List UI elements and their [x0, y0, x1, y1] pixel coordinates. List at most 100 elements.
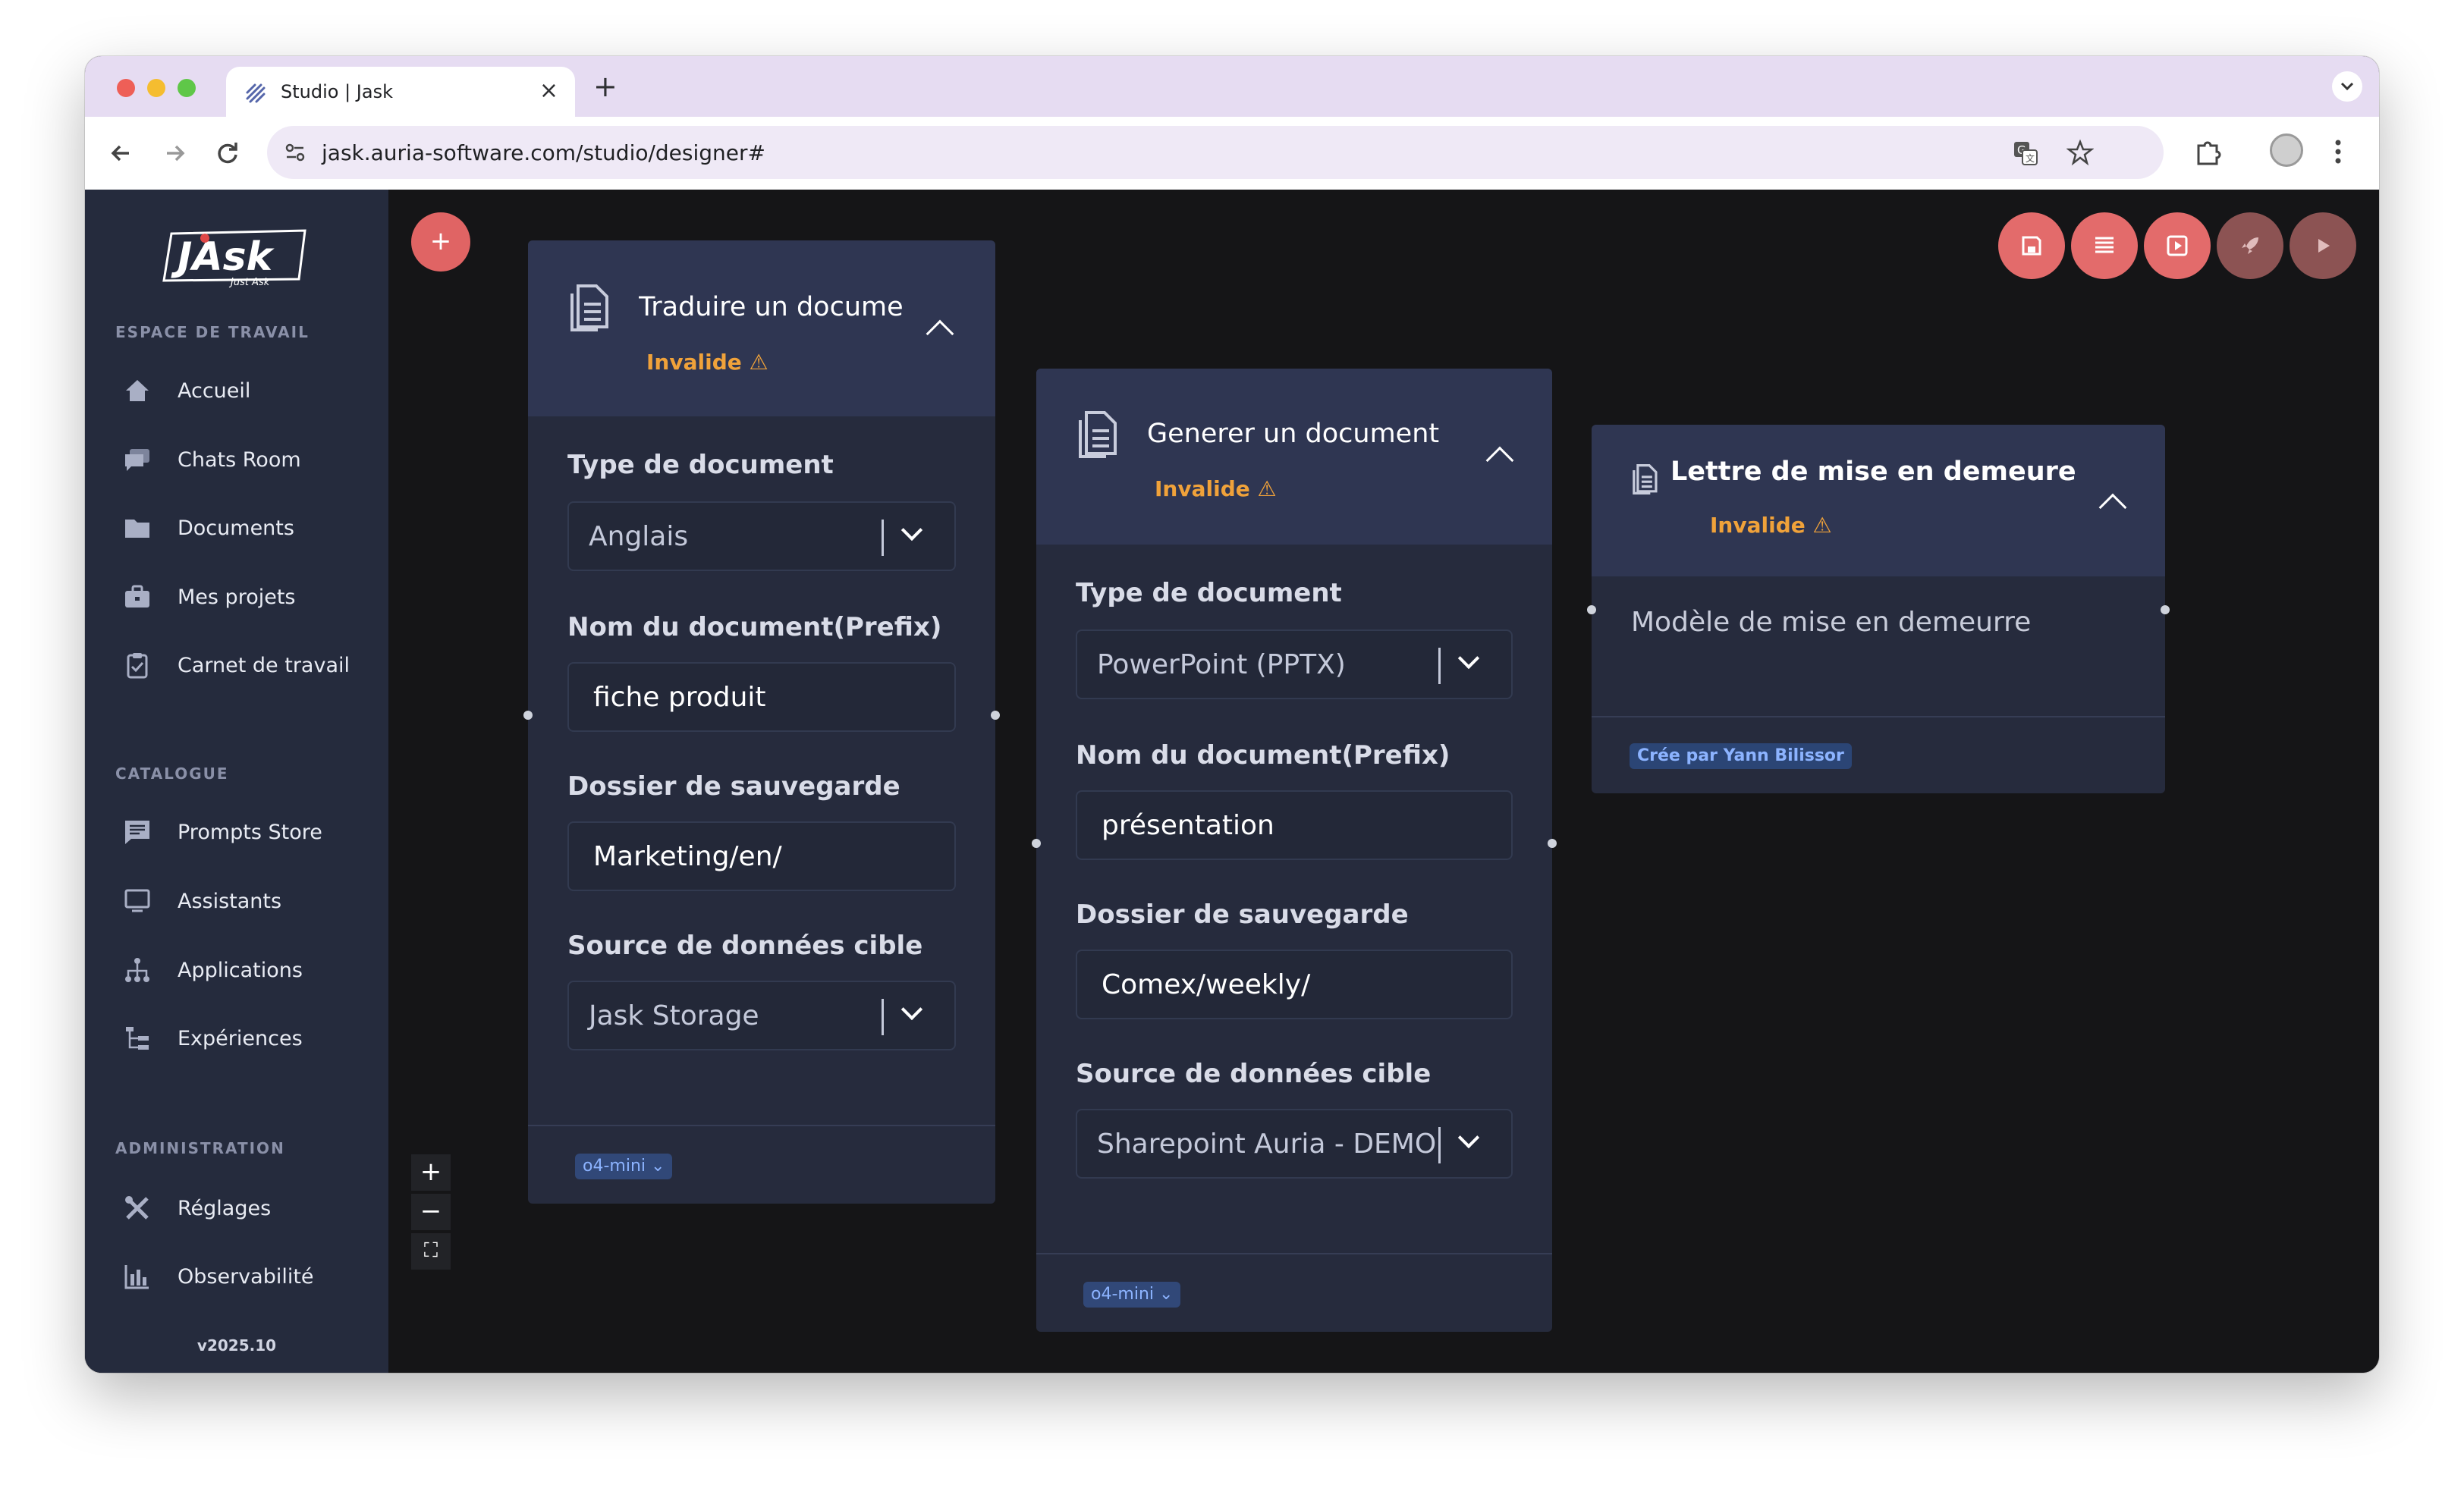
sidebar-item-label: Expériences: [178, 1027, 303, 1050]
node-header[interactable]: Traduire un docume Invalide ⚠: [528, 240, 995, 416]
sidebar-item-applications[interactable]: Applications: [123, 948, 373, 991]
field-label: Nom du document(Prefix): [1076, 740, 1450, 771]
chevron-down-icon[interactable]: [900, 998, 923, 1021]
collapse-chevron-icon[interactable]: [926, 319, 954, 348]
sidebar-item-label: Observabilité: [178, 1265, 314, 1289]
sidebar-item-observabilite[interactable]: Observabilité: [123, 1254, 373, 1297]
document-prefix-input[interactable]: fiche produit: [567, 662, 956, 732]
document-prefix-input[interactable]: présentation: [1076, 790, 1513, 860]
svg-text:JAsk: JAsk: [171, 234, 275, 280]
document-type-select[interactable]: Anglais: [567, 501, 956, 571]
input-value: Marketing/en/: [593, 841, 782, 872]
input-handle[interactable]: [1587, 605, 1596, 614]
tab-close-icon[interactable]: ×: [539, 77, 558, 104]
select-separator: [882, 999, 884, 1035]
bookmark-star-icon[interactable]: [2066, 139, 2094, 166]
node-card-generer[interactable]: Generer un document Invalide ⚠ Type de d…: [1032, 369, 1557, 1332]
rocket-icon: [2242, 237, 2258, 254]
invalid-status: Invalide ⚠: [1155, 476, 1277, 501]
field-label: Dossier de sauvegarde: [1076, 899, 1409, 930]
zoom-out-button[interactable]: −: [411, 1194, 451, 1230]
node-card-traduire[interactable]: Traduire un docume Invalide ⚠ Type de do…: [523, 240, 1000, 1204]
save-folder-input[interactable]: Comex/weekly/: [1076, 950, 1513, 1019]
node-title[interactable]: Generer un document: [1147, 419, 1466, 449]
run-button[interactable]: [2290, 212, 2356, 279]
document-icon: [1633, 464, 1658, 494]
select-value: PowerPoint (PPTX): [1097, 649, 1346, 680]
sidebar-item-reglages[interactable]: Réglages: [123, 1186, 373, 1229]
deploy-button[interactable]: [2217, 212, 2283, 279]
browser-menu-icon[interactable]: [2330, 135, 2346, 168]
output-handle[interactable]: [2161, 605, 2170, 614]
input-handle[interactable]: [523, 711, 533, 720]
sidebar-item-chats-room[interactable]: Chats Room: [123, 438, 373, 480]
document-type-select[interactable]: PowerPoint (PPTX): [1076, 629, 1513, 699]
collapse-chevron-icon[interactable]: [1485, 446, 1514, 475]
sidebar-item-carnet-de-travail[interactable]: Carnet de travail: [123, 643, 373, 686]
close-window-button[interactable]: [117, 79, 135, 97]
home-icon: [126, 380, 149, 401]
sidebar-item-mes-projets[interactable]: Mes projets: [123, 575, 373, 617]
translate-icon[interactable]: G 文: [2012, 140, 2039, 167]
sidebar-item-assistants[interactable]: Assistants: [123, 879, 373, 921]
node-title[interactable]: Lettre de mise en demeure: [1670, 457, 2095, 487]
node-header[interactable]: Generer un document Invalide ⚠: [1036, 369, 1552, 545]
field-label: Nom du document(Prefix): [567, 612, 942, 642]
model-chip[interactable]: o4-mini ⌄: [575, 1154, 673, 1179]
sidebar-item-experiences[interactable]: Expériences: [123, 1016, 373, 1059]
maximize-window-button[interactable]: [178, 79, 196, 97]
chevron-down-icon[interactable]: [1457, 1126, 1480, 1149]
profile-avatar[interactable]: [2270, 133, 2303, 167]
fit-view-button[interactable]: ⛶: [411, 1233, 451, 1270]
node-card-lettre-mise-en-demeure[interactable]: Lettre de mise en demeure Invalide ⚠ Mod…: [1587, 425, 2170, 793]
node-description: Modèle de mise en demeurre: [1631, 607, 2032, 638]
output-handle[interactable]: [991, 711, 1000, 720]
list-view-button[interactable]: [2071, 212, 2138, 279]
reload-icon[interactable]: [211, 137, 244, 170]
collapse-chevron-icon[interactable]: [2098, 493, 2127, 522]
select-separator: [882, 520, 884, 556]
sidebar-item-prompts-store[interactable]: Prompts Store: [123, 810, 373, 852]
sidebar-item-label: Prompts Store: [178, 821, 322, 844]
add-node-button[interactable]: +: [411, 212, 470, 272]
tools-icon: [125, 1196, 149, 1220]
chevron-down-icon[interactable]: [900, 519, 923, 542]
sidebar-item-label: Mes projets: [178, 586, 296, 609]
sidebar-item-label: Documents: [178, 516, 294, 540]
sidebar-item-accueil[interactable]: Accueil: [123, 369, 373, 411]
sidebar-item-label: Accueil: [178, 379, 251, 403]
extensions-puzzle-icon[interactable]: [2192, 137, 2223, 167]
input-handle[interactable]: [1032, 839, 1041, 848]
browser-tab[interactable]: Studio | Jask ×: [226, 67, 575, 117]
field-label: Dossier de sauvegarde: [567, 771, 900, 802]
chevron-down-icon[interactable]: [1457, 647, 1480, 670]
target-datasource-select[interactable]: Jask Storage: [567, 981, 956, 1050]
section-workspace: ESPACE DE TRAVAIL: [115, 323, 310, 341]
back-arrow-icon[interactable]: [105, 137, 138, 170]
sidebar-item-documents[interactable]: Documents: [123, 506, 373, 548]
target-datasource-select[interactable]: Sharepoint Auria - DEMO: [1076, 1109, 1513, 1179]
section-catalogue: CATALOGUE: [115, 764, 229, 783]
save-button[interactable]: [1998, 212, 2065, 279]
sidebar-item-label: Applications: [178, 959, 303, 982]
node-header[interactable]: Lettre de mise en demeure Invalide ⚠: [1592, 425, 2165, 576]
tab-search-button[interactable]: [2332, 71, 2362, 102]
site-settings-icon[interactable]: [282, 140, 308, 165]
preview-button[interactable]: [2144, 212, 2211, 279]
forward-arrow-icon[interactable]: [158, 137, 191, 170]
play-icon: [2318, 239, 2330, 253]
input-value: fiche produit: [593, 682, 766, 713]
chevron-down-icon: [2340, 82, 2354, 91]
save-folder-input[interactable]: Marketing/en/: [567, 821, 956, 891]
node-title[interactable]: Traduire un docume: [639, 292, 912, 322]
jask-logo[interactable]: JAsk Just Ask: [161, 226, 310, 288]
sidebar-item-label: Chats Room: [178, 448, 301, 472]
zoom-in-button[interactable]: +: [411, 1154, 451, 1191]
minimize-window-button[interactable]: [147, 79, 165, 97]
new-tab-button[interactable]: +: [593, 70, 618, 103]
address-bar[interactable]: jask.auria-software.com/studio/designer#…: [267, 126, 2164, 179]
output-handle[interactable]: [1548, 839, 1557, 848]
play-square-icon: [2167, 235, 2188, 256]
model-chip[interactable]: o4-mini ⌄: [1083, 1282, 1181, 1308]
invalid-status: Invalide ⚠: [646, 350, 768, 375]
